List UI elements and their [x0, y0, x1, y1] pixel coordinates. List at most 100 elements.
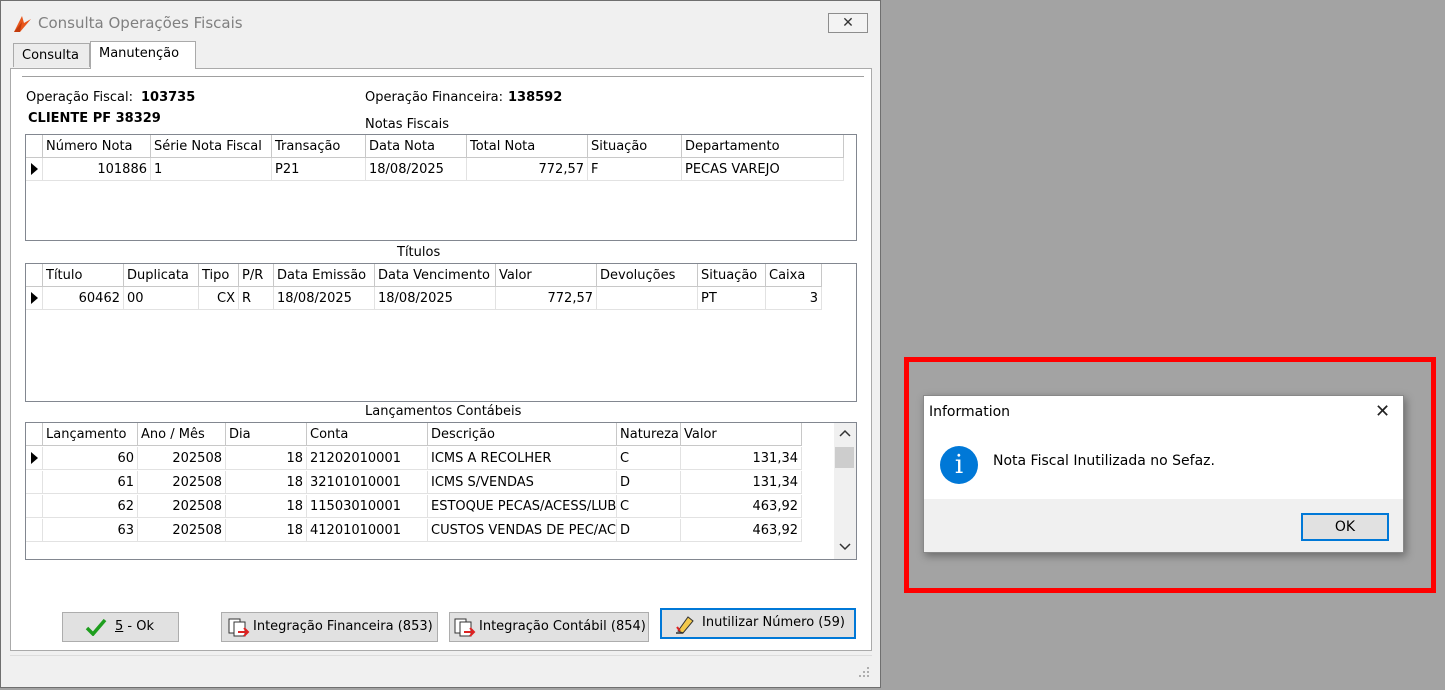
op-financeira-value: 138592	[508, 90, 563, 105]
col-titulo[interactable]: Título	[43, 264, 124, 287]
table-cell[interactable]: 18/08/2025	[366, 158, 467, 181]
col-natureza[interactable]: Natureza	[617, 423, 681, 446]
table-cell[interactable]: C	[617, 447, 681, 470]
col-dia[interactable]: Dia	[226, 423, 307, 446]
table-cell[interactable]: 18/08/2025	[274, 287, 375, 310]
col-data-nota[interactable]: Data Nota	[366, 135, 467, 158]
table-cell[interactable]: R	[239, 287, 274, 310]
integracao-financeira-button[interactable]: Integração Financeira (853)	[221, 612, 438, 642]
table-cell[interactable]: PT	[698, 287, 766, 310]
inutilizar-numero-button[interactable]: Inutilizar Número (59)	[660, 608, 856, 639]
table-cell[interactable]: 463,92	[681, 519, 802, 542]
table-cell[interactable]: 18	[226, 495, 307, 518]
col-situacao[interactable]: Situação	[698, 264, 766, 287]
col-numero-nota[interactable]: Número Nota	[43, 135, 151, 158]
lancamentos-section-title: Lançamentos Contábeis	[365, 404, 522, 419]
scroll-up-icon[interactable]	[839, 429, 851, 437]
document-export-icon	[454, 618, 476, 637]
table-cell[interactable]: ICMS S/VENDAS	[428, 471, 617, 494]
col-devolucoes[interactable]: Devoluções	[597, 264, 698, 287]
table-cell[interactable]: 11503010001	[307, 495, 428, 518]
table-cell[interactable]: 00	[124, 287, 199, 310]
op-fiscal-value: 103735	[141, 90, 196, 105]
table-cell[interactable]: D	[617, 471, 681, 494]
status-bar	[10, 655, 872, 682]
vertical-scrollbar[interactable]	[834, 423, 856, 559]
table-cell[interactable]: 131,34	[681, 471, 802, 494]
table-cell[interactable]: 772,57	[467, 158, 588, 181]
table-cell[interactable]: 18	[226, 447, 307, 470]
table-cell[interactable]: F	[588, 158, 682, 181]
integracao-contabil-button[interactable]: Integração Contábil (854)	[449, 612, 649, 642]
titulos-grid[interactable]: Título Duplicata Tipo P/R Data Emissão D…	[25, 263, 857, 402]
table-cell[interactable]: ESTOQUE PECAS/ACESS/LUB	[428, 495, 617, 518]
table-cell[interactable]: 463,92	[681, 495, 802, 518]
scroll-thumb[interactable]	[835, 447, 854, 468]
grid-indicator-header	[26, 423, 43, 446]
row-indicator	[26, 158, 43, 181]
window-title: Consulta Operações Fiscais	[38, 14, 243, 32]
table-cell[interactable]: 60	[43, 447, 138, 470]
col-data-vencimento[interactable]: Data Vencimento	[375, 264, 496, 287]
window-close-button[interactable]: ✕	[828, 13, 868, 33]
resize-grip-icon[interactable]	[858, 666, 870, 678]
ok-label: - Ok	[123, 619, 154, 634]
table-cell[interactable]: 62	[43, 495, 138, 518]
col-data-emissao[interactable]: Data Emissão	[274, 264, 375, 287]
col-conta[interactable]: Conta	[307, 423, 428, 446]
table-cell[interactable]: 32101010001	[307, 471, 428, 494]
col-caixa[interactable]: Caixa	[766, 264, 822, 287]
col-serie-nota[interactable]: Série Nota Fiscal	[151, 135, 272, 158]
table-cell[interactable]: C	[617, 495, 681, 518]
table-cell[interactable]: 3	[766, 287, 822, 310]
tab-manutencao[interactable]: Manutenção	[90, 41, 196, 69]
table-cell[interactable]: 101886	[43, 158, 151, 181]
table-cell[interactable]: 61	[43, 471, 138, 494]
row-indicator	[26, 495, 43, 518]
table-cell[interactable]: 21202010001	[307, 447, 428, 470]
grid-indicator-header	[26, 264, 43, 287]
col-lancamento[interactable]: Lançamento	[43, 423, 138, 446]
notas-section-title: Notas Fiscais	[365, 117, 450, 132]
ok-button[interactable]: 5 - Ok	[62, 612, 179, 642]
col-departamento[interactable]: Departamento	[682, 135, 844, 158]
table-cell[interactable]: 772,57	[496, 287, 597, 310]
table-cell[interactable]: 18	[226, 519, 307, 542]
table-cell[interactable]: 1	[151, 158, 272, 181]
table-cell[interactable]: 18/08/2025	[375, 287, 496, 310]
notas-grid[interactable]: Número Nota Série Nota Fiscal Transação …	[25, 134, 857, 241]
table-cell[interactable]: P21	[272, 158, 366, 181]
document-export-icon	[228, 618, 250, 637]
table-cell[interactable]: CX	[199, 287, 239, 310]
col-pr[interactable]: P/R	[239, 264, 274, 287]
col-descricao[interactable]: Descrição	[428, 423, 617, 446]
lancamentos-grid[interactable]: Lançamento Ano / Mês Dia Conta Descrição…	[25, 422, 857, 560]
table-cell[interactable]: PECAS VAREJO	[682, 158, 844, 181]
col-tipo[interactable]: Tipo	[199, 264, 239, 287]
table-cell[interactable]: 202508	[138, 447, 226, 470]
table-cell[interactable]: 202508	[138, 519, 226, 542]
table-cell[interactable]: ICMS A RECOLHER	[428, 447, 617, 470]
table-cell[interactable]: 18	[226, 471, 307, 494]
col-situacao[interactable]: Situação	[588, 135, 682, 158]
scroll-down-icon[interactable]	[839, 543, 851, 551]
table-cell[interactable]: 202508	[138, 471, 226, 494]
client-name: CLIENTE PF 38329	[28, 111, 161, 126]
col-duplicata[interactable]: Duplicata	[124, 264, 199, 287]
table-cell[interactable]: 131,34	[681, 447, 802, 470]
col-valor[interactable]: Valor	[681, 423, 802, 446]
table-cell[interactable]: 41201010001	[307, 519, 428, 542]
tab-consulta[interactable]: Consulta	[13, 43, 90, 67]
table-cell[interactable]: D	[617, 519, 681, 542]
table-cell[interactable]	[597, 287, 698, 310]
col-transacao[interactable]: Transação	[272, 135, 366, 158]
col-total-nota[interactable]: Total Nota	[467, 135, 588, 158]
table-cell[interactable]: CUSTOS VENDAS DE PEC/AC	[428, 519, 617, 542]
dialog-close-button[interactable]: ✕	[1375, 401, 1390, 422]
table-cell[interactable]: 60462	[43, 287, 124, 310]
col-valor[interactable]: Valor	[496, 264, 597, 287]
col-ano-mes[interactable]: Ano / Mês	[138, 423, 226, 446]
table-cell[interactable]: 63	[43, 519, 138, 542]
dialog-ok-button[interactable]: OK	[1301, 513, 1389, 541]
table-cell[interactable]: 202508	[138, 495, 226, 518]
